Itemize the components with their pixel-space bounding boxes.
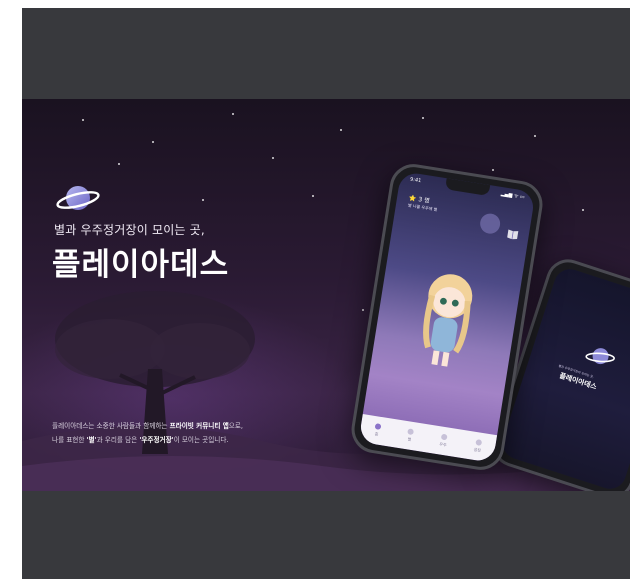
station-name: 별 나를 우주에 별 bbox=[407, 202, 438, 213]
hero-banner: 별과 우주정거장이 모이는 곳, 플레이아데스 플레이아데스는 소중한 사람들과… bbox=[22, 99, 630, 491]
star bbox=[362, 309, 364, 311]
star bbox=[422, 117, 424, 119]
star bbox=[118, 163, 120, 165]
nav-item-space[interactable]: 우주 bbox=[439, 433, 448, 448]
desc-text: 으로, bbox=[228, 422, 243, 430]
description-line-1: 플레이아데스는 소중한 사람들과 함께하는 프라이빗 커뮤니티 앱으로, bbox=[52, 419, 243, 433]
star bbox=[312, 195, 314, 197]
desc-highlight: '우주정거장' bbox=[139, 436, 174, 444]
status-icons: ▂▄▆ ᯤ ▭ bbox=[500, 190, 526, 201]
nav-label: 설정 bbox=[473, 446, 482, 453]
star bbox=[232, 113, 234, 115]
nav-item-home[interactable]: 홈 bbox=[373, 423, 382, 438]
star bbox=[492, 169, 494, 171]
star bbox=[534, 135, 536, 137]
nav-label: 별 bbox=[407, 436, 412, 442]
status-time: 9:41 bbox=[409, 176, 422, 185]
tagline: 별과 우주정거장이 모이는 곳, bbox=[54, 223, 205, 237]
desc-highlight: '별' bbox=[86, 436, 97, 444]
moon-icon bbox=[478, 212, 502, 236]
nav-item-settings[interactable]: 설정 bbox=[473, 439, 482, 454]
star bbox=[82, 119, 84, 121]
phone-notch bbox=[444, 178, 491, 196]
star bbox=[582, 209, 584, 211]
star bbox=[340, 129, 342, 131]
star bbox=[272, 157, 274, 159]
home-icon bbox=[374, 423, 382, 430]
gear-icon bbox=[474, 439, 482, 446]
book-icon[interactable] bbox=[506, 228, 519, 240]
desc-highlight: 프라이빗 커뮤니티 앱 bbox=[169, 422, 229, 430]
planet-logo-icon bbox=[585, 348, 615, 365]
desc-text: 이 모이는 곳입니다. bbox=[173, 436, 229, 444]
star-icon bbox=[407, 428, 415, 436]
description-line-2: 나를 표현한 '별'과 우리를 담은 '우주정거장'이 모이는 곳입니다. bbox=[52, 433, 243, 447]
nav-label: 홈 bbox=[374, 431, 379, 437]
planet-logo-icon bbox=[56, 186, 100, 210]
avatar-character[interactable] bbox=[399, 258, 495, 379]
nav-item-star[interactable]: 별 bbox=[406, 428, 415, 443]
nav-label: 우주 bbox=[438, 441, 448, 448]
planet-icon bbox=[440, 433, 448, 441]
desc-text: 과 우리를 담은 bbox=[96, 436, 140, 444]
desc-text: 플레이아데스는 소중한 사람들과 함께하는 bbox=[52, 422, 170, 430]
app-description: 플레이아데스는 소중한 사람들과 함께하는 프라이빗 커뮤니티 앱으로, 나를 … bbox=[52, 419, 243, 447]
desc-text: 나를 표현한 bbox=[52, 436, 87, 444]
app-title: 플레이아데스 bbox=[52, 247, 230, 283]
star bbox=[202, 199, 204, 201]
star bbox=[152, 141, 154, 143]
